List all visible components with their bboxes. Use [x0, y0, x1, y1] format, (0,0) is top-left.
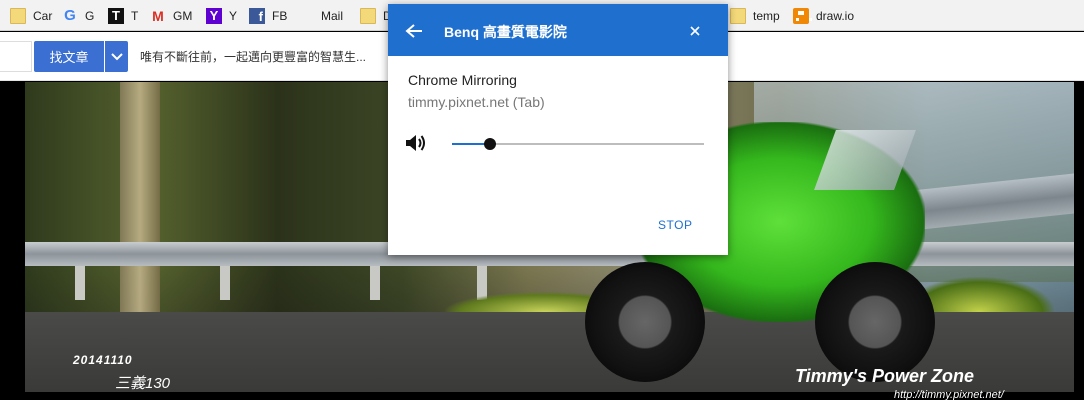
folder-icon [10, 8, 26, 24]
bookmark-label: temp [753, 9, 780, 23]
cast-source: timmy.pixnet.net (Tab) [408, 94, 545, 110]
microsoft-icon [298, 8, 314, 24]
blog-tagline: 唯有不斷往前，一起邁向更豐富的智慧生... [140, 50, 367, 64]
cast-dialog-header: Benq 高畫質電影院 [388, 4, 728, 56]
stop-button[interactable]: STOP [658, 218, 692, 232]
bookmark-label: G [85, 9, 95, 23]
close-button[interactable] [684, 20, 706, 42]
t-icon: T [108, 8, 124, 24]
bookmark-drawio[interactable]: draw.io [793, 6, 854, 26]
bookmark-label: Mail [321, 9, 344, 23]
motorcycle-rear-wheel [585, 262, 705, 382]
drawio-icon [793, 8, 812, 24]
chevron-down-icon [110, 52, 123, 60]
bookmark-google[interactable]: G G [62, 6, 94, 26]
gmail-icon: M [152, 8, 164, 24]
bookmark-t[interactable]: T T [108, 6, 138, 26]
search-dropdown-button[interactable] [105, 41, 128, 72]
facebook-icon: f [249, 8, 265, 24]
bookmark-gmail[interactable]: M GM [150, 6, 192, 26]
yahoo-icon: Y [206, 8, 222, 24]
close-icon [690, 26, 700, 36]
bookmark-label: draw.io [816, 9, 855, 23]
find-article-button[interactable]: 找文章 [34, 41, 104, 72]
photo-watermark: Timmy's Power Zone [795, 366, 974, 386]
photo-url: http://timmy.pixnet.net/ [894, 389, 1004, 400]
cast-device-name: Benq 高畫質電影院 [444, 24, 567, 40]
bookmark-label: FB [272, 9, 288, 23]
browser-window: Car G G T T M GM Y Y f FB Mail temp draw… [0, 0, 1084, 400]
bookmark-label: Car [33, 9, 53, 23]
motorcycle-front-wheel [815, 262, 935, 382]
cast-dialog: Benq 高畫質電影院 Chrome Mirroring timmy.pixne… [388, 4, 728, 255]
bookmark-mail[interactable]: Mail [298, 6, 343, 26]
volume-button[interactable] [405, 133, 429, 153]
search-input[interactable] [0, 41, 32, 72]
bookmark-car[interactable]: Car [10, 6, 52, 26]
bookmark-temp[interactable]: temp [730, 6, 780, 26]
bookmark-label: T [131, 9, 139, 23]
bookmark-d[interactable]: D [360, 6, 392, 26]
folder-icon [360, 8, 376, 24]
photo-date: 20141110 [73, 353, 133, 367]
volume-slider-thumb[interactable] [483, 138, 496, 150]
google-icon: G [64, 7, 76, 24]
arrow-left-icon [405, 24, 422, 38]
folder-icon [730, 8, 746, 24]
volume-icon [406, 135, 425, 151]
bookmark-facebook[interactable]: f FB [249, 6, 287, 26]
bookmark-yahoo[interactable]: Y Y [206, 6, 237, 26]
volume-slider[interactable] [452, 134, 704, 154]
cast-app-name: Chrome Mirroring [408, 72, 517, 88]
back-button[interactable] [402, 20, 426, 42]
photo-place: 三義130 [115, 375, 171, 392]
bookmark-label: GM [173, 9, 193, 23]
bookmark-label: Y [229, 9, 238, 23]
